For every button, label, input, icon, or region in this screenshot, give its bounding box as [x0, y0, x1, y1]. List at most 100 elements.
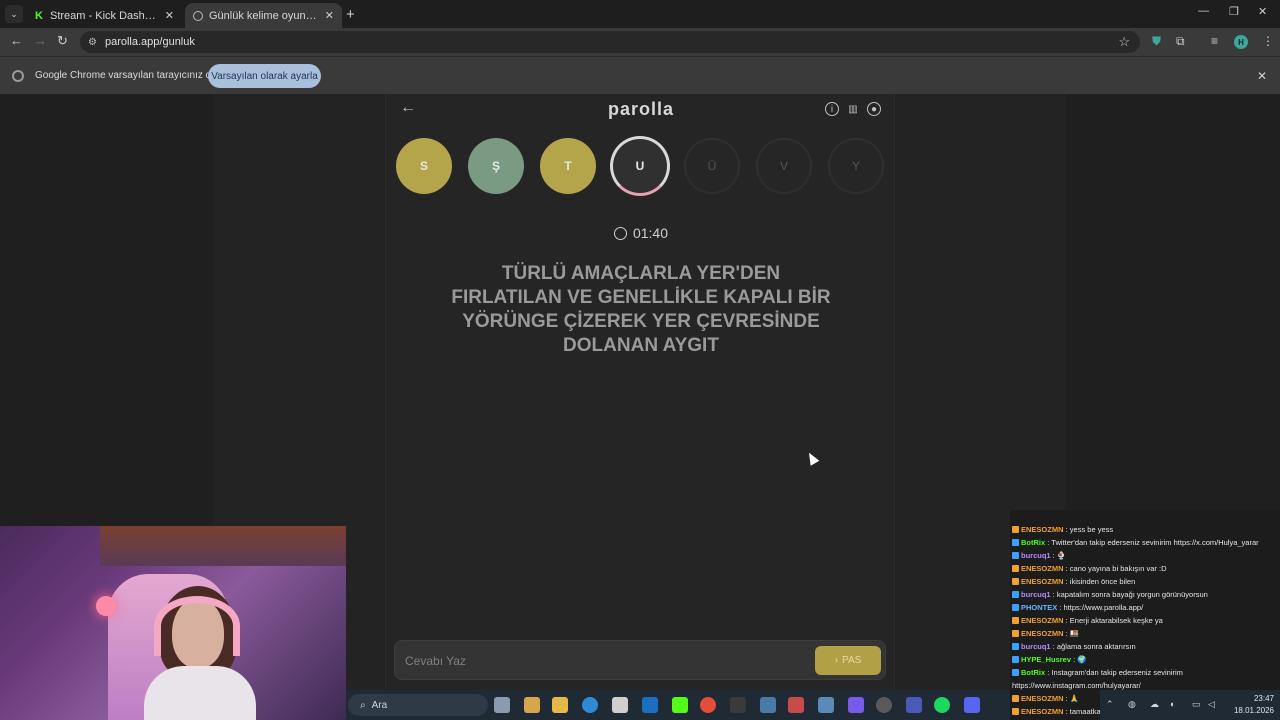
pass-label: PAS: [842, 655, 862, 666]
chat-line: HYPE_Husrev : 🌍: [1012, 655, 1278, 664]
new-tab-button[interactable]: +: [346, 6, 355, 23]
info-icon[interactable]: i: [825, 102, 839, 116]
obs-icon[interactable]: [876, 697, 892, 713]
steam-icon[interactable]: [760, 697, 776, 713]
timer-value: 01:40: [632, 225, 669, 241]
headset: [154, 596, 240, 656]
onedrive-icon[interactable]: ☁: [1150, 699, 1159, 710]
kick-icon: K: [35, 9, 43, 22]
search-label: Ara: [371, 699, 388, 711]
app-icon[interactable]: [788, 697, 804, 713]
chat-line: PHONTEX : https://www.parolla.app/: [1012, 603, 1278, 612]
volume-icon[interactable]: ◁: [1208, 699, 1215, 710]
system-tray: ⌃ ◍ ☁ ◐ ▭ ◁ 23:47 18.01.2026: [1100, 690, 1280, 720]
letter-circle: Ş: [468, 138, 524, 194]
discord-icon[interactable]: [964, 697, 980, 713]
taskbar-search[interactable]: ⌕ Ara: [348, 694, 488, 716]
chat-line: ENESOZMN : 🍱: [1012, 629, 1278, 638]
tab-title: Günlük kelime oyunu - parolla: [209, 9, 321, 22]
reload-button[interactable]: ↻: [57, 33, 68, 49]
default-browser-infobar: Google Chrome varsayılan tarayıcınız değ…: [0, 56, 1280, 94]
pass-button[interactable]: › PAS: [815, 646, 881, 675]
taskview-icon[interactable]: [494, 697, 510, 713]
chat-line: https://www.instagram.com/hulyayarar/: [1012, 681, 1141, 690]
tab-strip: ⌄ K Stream - Kick Dashboard ✕ Günlük kel…: [0, 0, 1280, 28]
file-explorer-icon[interactable]: [552, 697, 568, 713]
clock-time: 23:47: [1253, 694, 1274, 703]
microphone-icon[interactable]: ◐: [1170, 699, 1175, 709]
epic-games-icon[interactable]: [730, 697, 746, 713]
address-bar[interactable]: ⚙ parolla.app/gunluk ☆: [80, 31, 1140, 53]
infobar-message: Google Chrome varsayılan tarayıcınız değ…: [35, 70, 227, 81]
app-tray-icon[interactable]: ◍: [1128, 699, 1136, 710]
close-window-button[interactable]: ✕: [1258, 5, 1267, 18]
bookmark-star-icon[interactable]: ☆: [1118, 34, 1130, 50]
chrome-icon[interactable]: [700, 697, 716, 713]
close-icon[interactable]: ✕: [165, 9, 174, 22]
back-button[interactable]: ←: [10, 33, 23, 48]
chat-line: ENESOZMN : ikisinden önce bilen: [1012, 577, 1278, 586]
chat-line: BotRix : Instagram'dan takip ederseniz s…: [1012, 668, 1278, 677]
app-icon[interactable]: [906, 697, 922, 713]
answer-bar: ›PAS: [394, 640, 886, 680]
tab-kick-dashboard[interactable]: K Stream - Kick Dashboard ✕: [26, 3, 182, 28]
chat-line: BotRix : Twitter'dan takip ederseniz sev…: [1012, 538, 1278, 547]
stats-icon[interactable]: ▥: [846, 102, 860, 116]
url-text: parolla.app/gunluk: [104, 36, 195, 48]
chat-line: burcuq1 : kapatalım sonra bayağı yorgun …: [1012, 590, 1278, 599]
chat-line: ENESOZMN : cano yayına bi bakışın var :D: [1012, 564, 1278, 573]
minimize-button[interactable]: —: [1198, 5, 1209, 17]
browser-toolbar: ← → ↻ ⚙ parolla.app/gunluk ☆ ⛊ ⧉ ≡ ⋮: [0, 28, 1280, 56]
kick-icon[interactable]: [672, 697, 688, 713]
clock-date: 18.01.2026: [1233, 706, 1274, 715]
webcam-overlay: [0, 526, 346, 720]
stream-chat: ENESOZMN : yess be yess BotRix : Twitter…: [1010, 510, 1280, 720]
app-icon[interactable]: [818, 697, 834, 713]
set-default-button[interactable]: Varsayılan olarak ayarla: [208, 64, 321, 88]
tab-search-button[interactable]: ⌄: [5, 5, 23, 23]
clock-icon: [613, 227, 627, 240]
profile-avatar[interactable]: H: [1234, 35, 1248, 49]
extensions-puzzle-icon[interactable]: ⧉: [1176, 34, 1185, 49]
site-logo[interactable]: parolla: [386, 99, 896, 120]
system-clock[interactable]: 23:47 18.01.2026: [1234, 693, 1274, 717]
spotify-icon[interactable]: [934, 697, 950, 713]
question-text: TÜRLÜ AMAÇLARLA YER'DEN FIRLATILAN VE GE…: [451, 263, 831, 356]
chrome-icon: [12, 70, 24, 82]
timer: 01:40: [386, 225, 896, 241]
letter-circle: T: [540, 138, 596, 194]
globe-icon: [193, 10, 203, 21]
close-icon[interactable]: ✕: [1257, 69, 1267, 83]
close-icon[interactable]: ✕: [325, 9, 334, 22]
chat-line: ENESOZMN : Enerji aktarabilsek keşke ya: [1012, 616, 1278, 625]
network-icon[interactable]: ▭: [1192, 699, 1201, 710]
profile-icon[interactable]: ●: [867, 102, 881, 116]
restore-button[interactable]: ❐: [1229, 5, 1239, 18]
tab-parolla[interactable]: Günlük kelime oyunu - parolla ✕: [185, 3, 342, 28]
chat-line: ENESOZMN : yess be yess: [1012, 525, 1278, 534]
game-panel: ← parolla i ▥ ● S Ş T U Ü V Y 01:40 TÜRL…: [385, 94, 895, 720]
tab-title: Stream - Kick Dashboard: [50, 9, 161, 22]
letter-circle: Ü: [684, 138, 740, 194]
forward-button[interactable]: →: [34, 33, 47, 48]
answer-input[interactable]: [405, 651, 795, 671]
letter-circle-current: U: [610, 136, 670, 196]
chat-line: burcuq1 : ağlama sonra aktarırsın: [1012, 642, 1278, 651]
edge-icon[interactable]: [582, 697, 598, 713]
letter-circle: Y: [828, 138, 884, 194]
store-icon[interactable]: [612, 697, 628, 713]
letter-progress: S Ş T U Ü V Y: [386, 136, 896, 196]
site-info-icon[interactable]: ⚙: [88, 37, 97, 48]
chevron-right-icon: ›: [834, 655, 839, 666]
media-controls-icon[interactable]: ≡: [1211, 34, 1218, 48]
letter-circle: S: [396, 138, 452, 194]
outlook-icon[interactable]: [642, 697, 658, 713]
chat-line: burcuq1 : 🍨: [1012, 551, 1278, 560]
extension-shield-icon[interactable]: ⛊: [1152, 34, 1161, 49]
letter-circle: V: [756, 138, 812, 194]
chevron-up-icon[interactable]: ⌃: [1106, 699, 1114, 710]
copilot-icon[interactable]: [524, 697, 540, 713]
os-taskbar: ⌕ Ara: [346, 690, 1010, 720]
menu-kebab-icon[interactable]: ⋮: [1262, 34, 1274, 48]
app-icon[interactable]: [848, 697, 864, 713]
